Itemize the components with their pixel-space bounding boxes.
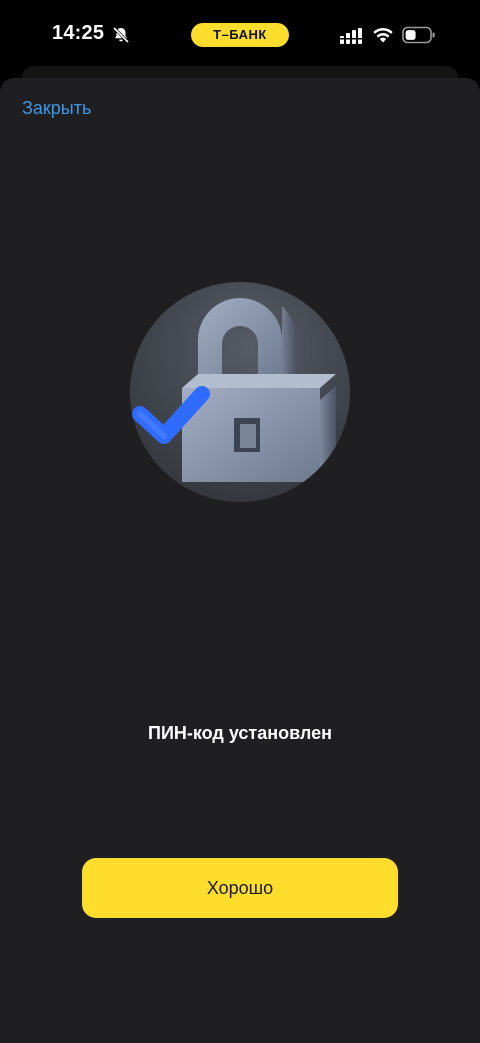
pin-success-sheet: Закрыть ПИН-код установлен Хорошо (0, 78, 480, 1043)
status-time: 14:25 (52, 22, 105, 44)
close-button[interactable]: Закрыть (22, 98, 91, 119)
carrier-badge: Т–БАНК (191, 23, 289, 47)
wifi-icon (373, 27, 393, 43)
lock-with-checkmark-icon (130, 282, 350, 502)
bell-muted-icon (112, 26, 130, 44)
battery-icon (402, 26, 435, 44)
success-title: ПИН-код установлен (148, 723, 332, 743)
signal-icon (340, 28, 362, 44)
ok-button[interactable]: Хорошо (82, 858, 398, 918)
status-bar: 14:25 Т–БАНК (0, 0, 480, 70)
